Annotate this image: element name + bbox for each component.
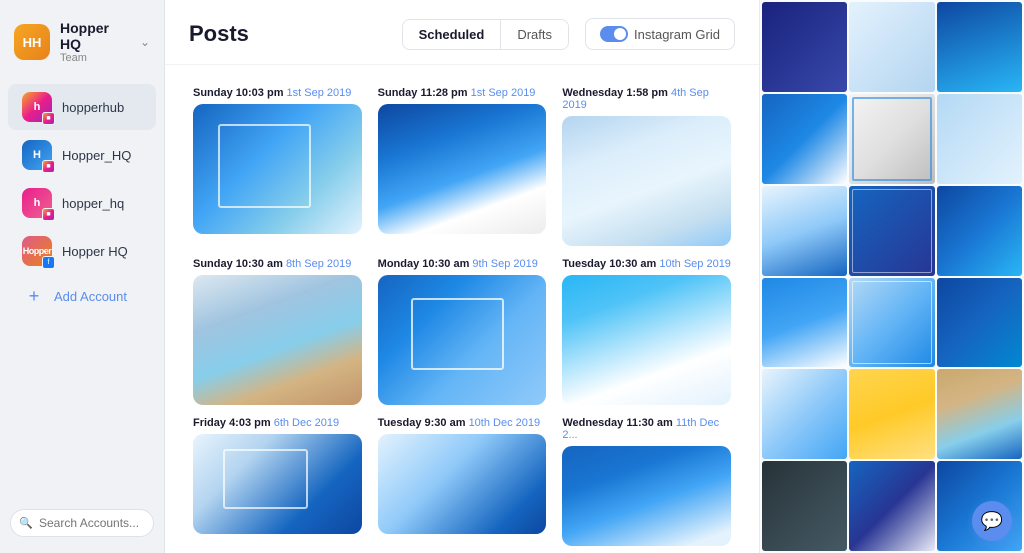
grid-thumb[interactable]: [937, 278, 1022, 368]
post-image[interactable]: [193, 434, 362, 534]
list-item: Tuesday 10:30 am 10th Sep 2019: [554, 252, 739, 411]
post-meta: Sunday 10:03 pm 1st Sep 2019: [193, 87, 362, 99]
sidebar-item-hopper-hq[interactable]: H ■ Hopper_HQ: [8, 132, 156, 178]
page-title: Posts: [189, 21, 386, 47]
grid-thumb[interactable]: [762, 369, 847, 459]
post-image[interactable]: [378, 275, 547, 405]
post-meta: Tuesday 9:30 am 10th Dec 2019: [378, 417, 547, 429]
post-meta: Wednesday 11:30 am 11th Dec 2...: [562, 417, 731, 441]
post-meta: Wednesday 1:58 pm 4th Sep 2019: [562, 87, 731, 111]
list-item: Friday 4:03 pm 6th Dec 2019: [185, 411, 370, 552]
grid-thumb[interactable]: [849, 369, 934, 459]
search-accounts-field[interactable]: 🔍: [10, 509, 154, 537]
grid-thumb[interactable]: [762, 94, 847, 184]
team-name: Hopper HQ: [60, 20, 130, 52]
instagram-grid-label: Instagram Grid: [634, 27, 720, 42]
sidebar: HH Hopper HQ Team ⌄ h ■ hopperhub H ■ Ho…: [0, 0, 165, 553]
account-name-hopper-hq-fb: Hopper HQ: [62, 244, 128, 259]
team-switcher[interactable]: HH Hopper HQ Team ⌄: [0, 12, 164, 78]
post-image[interactable]: [378, 434, 547, 534]
tab-drafts[interactable]: Drafts: [501, 20, 568, 49]
posts-grid: Sunday 10:03 pm 1st Sep 2019 Sunday 11:2…: [165, 65, 759, 553]
team-logo: HH: [14, 24, 50, 60]
sidebar-item-hopperhub[interactable]: h ■ hopperhub: [8, 84, 156, 130]
grid-thumb[interactable]: [849, 2, 934, 92]
post-image[interactable]: [562, 275, 731, 405]
grid-thumb[interactable]: [849, 278, 934, 368]
plus-icon: +: [22, 284, 46, 308]
facebook-badge-icon: f: [42, 256, 55, 269]
instagram-badge-icon: ■: [42, 160, 55, 173]
grid-thumb[interactable]: [762, 186, 847, 276]
post-image[interactable]: [193, 275, 362, 405]
list-item: Sunday 10:30 am 8th Sep 2019: [185, 252, 370, 411]
list-item: Sunday 10:03 pm 1st Sep 2019: [185, 81, 370, 252]
chat-button[interactable]: 💬: [972, 501, 1012, 541]
post-image[interactable]: [378, 104, 547, 234]
post-meta: Friday 4:03 pm 6th Dec 2019: [193, 417, 362, 429]
grid-thumb[interactable]: [849, 186, 934, 276]
accounts-list: h ■ hopperhub H ■ Hopper_HQ h ■ hopper_h…: [0, 78, 164, 501]
toggle-icon: [600, 26, 628, 42]
tab-scheduled[interactable]: Scheduled: [403, 20, 502, 49]
add-account-button[interactable]: + Add Account: [8, 276, 156, 316]
instagram-grid-toggle[interactable]: Instagram Grid: [585, 18, 735, 50]
team-info: Hopper HQ Team: [60, 20, 130, 64]
grid-thumb[interactable]: [849, 461, 934, 551]
grid-thumb[interactable]: [937, 369, 1022, 459]
account-name-hopperhub: hopperhub: [62, 100, 124, 115]
grid-thumb[interactable]: [762, 278, 847, 368]
chevron-down-icon: ⌄: [140, 35, 150, 49]
list-item: Wednesday 11:30 am 11th Dec 2...: [554, 411, 739, 552]
post-meta: Monday 10:30 am 9th Sep 2019: [378, 258, 547, 270]
post-meta: Sunday 11:28 pm 1st Sep 2019: [378, 87, 547, 99]
avatar-hopperhub: h ■: [22, 92, 52, 122]
list-item: Tuesday 9:30 am 10th Dec 2019: [370, 411, 555, 552]
post-image[interactable]: [193, 104, 362, 234]
avatar-hopper-hq: H ■: [22, 140, 52, 170]
posts-header: Posts Scheduled Drafts Instagram Grid: [165, 0, 759, 65]
grid-thumb[interactable]: [937, 94, 1022, 184]
grid-thumb[interactable]: [762, 2, 847, 92]
instagram-badge-icon: ■: [42, 208, 55, 221]
post-meta: Tuesday 10:30 am 10th Sep 2019: [562, 258, 731, 270]
grid-thumb[interactable]: [849, 94, 934, 184]
grid-thumb[interactable]: [762, 461, 847, 551]
post-image[interactable]: [562, 446, 731, 546]
add-account-label: Add Account: [54, 289, 127, 304]
main-content: Posts Scheduled Drafts Instagram Grid Su…: [165, 0, 759, 553]
avatar-hopper-hq-lower: h ■: [22, 188, 52, 218]
account-name-hopper-hq-lower: hopper_hq: [62, 196, 124, 211]
avatar-hopper-hq-fb: Hopper f: [22, 236, 52, 266]
grid-thumb[interactable]: [937, 186, 1022, 276]
sidebar-item-hopper-hq-fb[interactable]: Hopper f Hopper HQ: [8, 228, 156, 274]
team-subtitle: Team: [60, 52, 130, 64]
sidebar-item-hopper-hq-lower[interactable]: h ■ hopper_hq: [8, 180, 156, 226]
posts-tab-group: Scheduled Drafts: [402, 19, 569, 50]
search-icon: 🔍: [19, 517, 33, 530]
post-image[interactable]: [562, 116, 731, 246]
list-item: Sunday 11:28 pm 1st Sep 2019: [370, 81, 555, 252]
post-meta: Sunday 10:30 am 8th Sep 2019: [193, 258, 362, 270]
list-item: Wednesday 1:58 pm 4th Sep 2019: [554, 81, 739, 252]
instagram-badge-icon: ■: [42, 112, 55, 125]
instagram-grid-panel: 💬: [759, 0, 1024, 553]
grid-thumb[interactable]: [937, 2, 1022, 92]
account-name-hopper-hq: Hopper_HQ: [62, 148, 131, 163]
list-item: Monday 10:30 am 9th Sep 2019: [370, 252, 555, 411]
